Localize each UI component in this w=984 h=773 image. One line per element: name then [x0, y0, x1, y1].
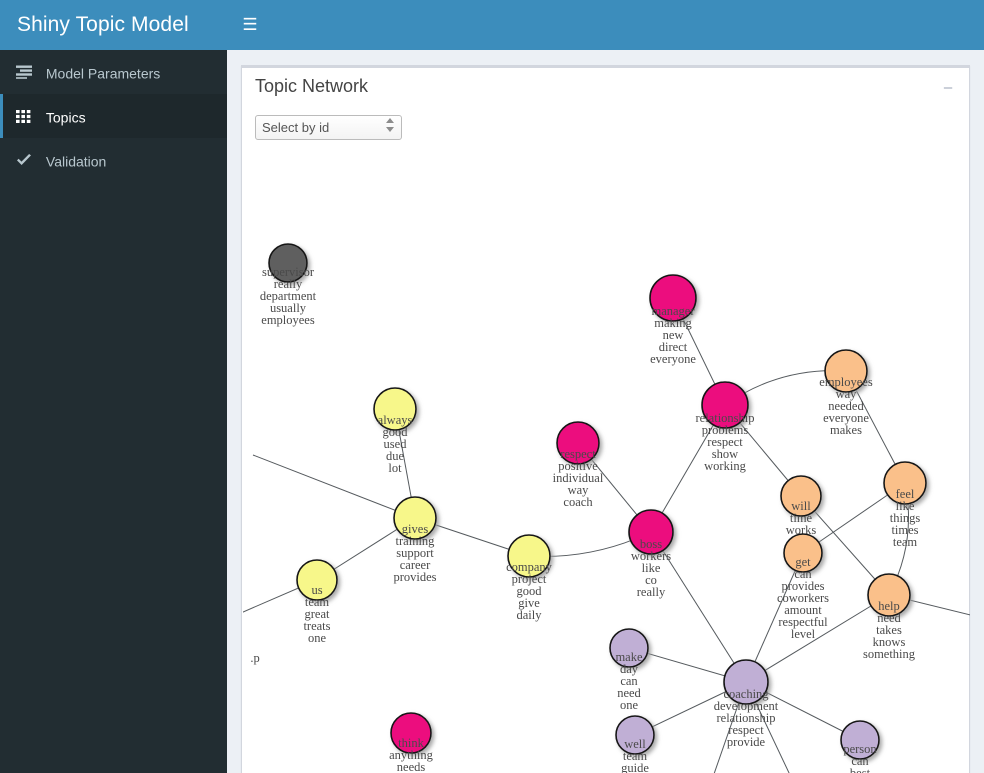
- network-svg: supervisor really department usually employe…: [243, 243, 970, 773]
- hamburger-icon[interactable]: ☰: [227, 0, 273, 50]
- graph-node-supervisor[interactable]: supervisor really department usually employe…: [260, 243, 317, 327]
- node-label: help need takes knows something: [863, 599, 916, 661]
- graph-node-always[interactable]: always good used due lot: [373, 387, 417, 475]
- sidebar-item-label: Topics: [45, 109, 86, 126]
- graph-node-respect[interactable]: respect positive individual way coach: [553, 421, 604, 509]
- graph-node-feel[interactable]: feel like things times team: [883, 461, 927, 549]
- app-brand-title: Shiny Topic Model: [0, 0, 227, 50]
- graph-node-relationship[interactable]: relationship problems respect show working: [695, 381, 755, 473]
- node-label: get can provides coworkers amount respectful l…: [777, 555, 829, 641]
- graph-node-well[interactable]: wellteamguidelotmembers: [612, 715, 658, 773]
- graph-node-will[interactable]: will time works: [780, 475, 822, 537]
- graph-node-coaching[interactable]: coaching development relationship respect pr…: [714, 659, 779, 749]
- top-navbar: ☰: [227, 0, 984, 50]
- graph-node-boss[interactable]: boss workers like co really: [628, 509, 674, 599]
- graph-node-gives[interactable]: gives training support career provides: [393, 496, 437, 584]
- node-label: manager making new direct everyone: [650, 304, 696, 366]
- node-label: personcanbestpeoplethings: [843, 742, 877, 773]
- sidebar-item-label: Validation: [45, 153, 107, 170]
- graph-node-help[interactable]: help need takes knows something: [863, 573, 916, 661]
- graph-node-get[interactable]: get can provides coworkers amount respectful l…: [777, 533, 829, 641]
- graph-node-person[interactable]: personcanbestpeoplethings: [840, 720, 880, 773]
- app-header: Shiny Topic Model ☰: [0, 0, 984, 50]
- sidebar-item-topics[interactable]: Topics: [0, 94, 227, 138]
- minus-icon[interactable]: –: [939, 80, 957, 97]
- sidebar-item-model-parameters[interactable]: Model Parameters: [0, 50, 227, 94]
- node-layer: supervisor really department usually employe…: [260, 243, 927, 773]
- node-label: relationship problems respect show working: [695, 411, 754, 473]
- node-label: supervisor really department usually employe…: [260, 265, 317, 327]
- graph-node-employees[interactable]: employees way needed everyone makes: [819, 349, 873, 437]
- graph-node-make[interactable]: make day can need one: [609, 628, 649, 712]
- node-label: make day can need one: [615, 650, 643, 712]
- select-by-id-wrapper: Select by id: [255, 115, 402, 140]
- sliders-icon: [16, 65, 42, 80]
- node-label: coaching development relationship respect pr…: [714, 687, 779, 749]
- page-title: Topic Network: [255, 76, 369, 96]
- sidebar-item-label: Model Parameters: [45, 65, 161, 82]
- graph-node-think[interactable]: thinkanythingneedstimemoney: [389, 712, 434, 773]
- select-by-id-input[interactable]: Select by id: [255, 115, 402, 140]
- graph-node-company[interactable]: company project good give daily: [506, 534, 553, 622]
- graph-node-manager[interactable]: manager making new direct everyone: [649, 274, 697, 366]
- graph-node-us[interactable]: us team great treats one: [296, 559, 338, 645]
- node-label: company project good give daily: [506, 560, 553, 622]
- node-label: always good used due lot: [378, 413, 413, 475]
- content-area: Topic Network – Select by id supervisor r…: [227, 50, 984, 773]
- sidebar-item-validation[interactable]: Validation: [0, 138, 227, 182]
- main-sidebar: Model Parameters Topics Validation: [0, 50, 227, 773]
- node-label: respect positive individual way coach: [553, 447, 604, 509]
- grid-icon: [16, 109, 42, 123]
- topic-network-panel: Topic Network – Select by id supervisor r…: [241, 65, 970, 773]
- check-icon: [16, 153, 42, 167]
- topic-network-graph[interactable]: supervisor really department usually employe…: [243, 155, 970, 773]
- clipped-node-label: .p: [250, 651, 259, 665]
